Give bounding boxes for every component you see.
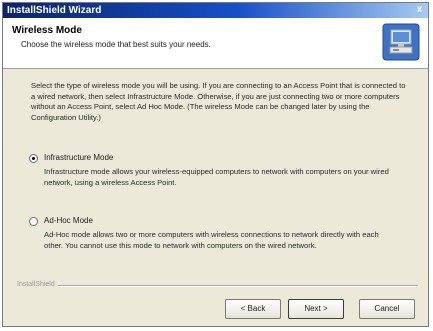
infrastructure-radio[interactable] — [29, 154, 38, 163]
installer-window: InstallShield Wizard x Wireless Mode Cho… — [2, 2, 429, 327]
footer-divider — [17, 285, 418, 287]
cancel-button[interactable]: Cancel — [359, 299, 415, 319]
footer-brand: InstallShield — [17, 281, 58, 288]
next-button[interactable]: Next > — [288, 299, 344, 319]
window-title: InstallShield Wizard — [7, 5, 102, 16]
infrastructure-description: Infrastructure mode allows your wireless… — [44, 167, 389, 187]
adhoc-radio[interactable] — [29, 217, 38, 226]
page-title: Wireless Mode — [12, 25, 82, 36]
wizard-header: Wireless Mode Choose the wireless mode t… — [3, 18, 428, 69]
instructions-text: Select the type of wireless mode you wil… — [31, 81, 406, 122]
infrastructure-label[interactable]: Infrastructure Mode — [44, 153, 113, 162]
title-bar[interactable]: InstallShield Wizard x — [3, 3, 428, 18]
close-button[interactable]: x — [413, 4, 426, 16]
back-button[interactable]: < Back — [225, 299, 281, 319]
page-subtitle: Choose the wireless mode that best suits… — [21, 40, 211, 49]
adhoc-label[interactable]: Ad-Hoc Mode — [44, 216, 93, 225]
adhoc-description: Ad-Hoc mode allows two or more computers… — [44, 230, 379, 250]
setup-computer-icon — [382, 23, 420, 61]
